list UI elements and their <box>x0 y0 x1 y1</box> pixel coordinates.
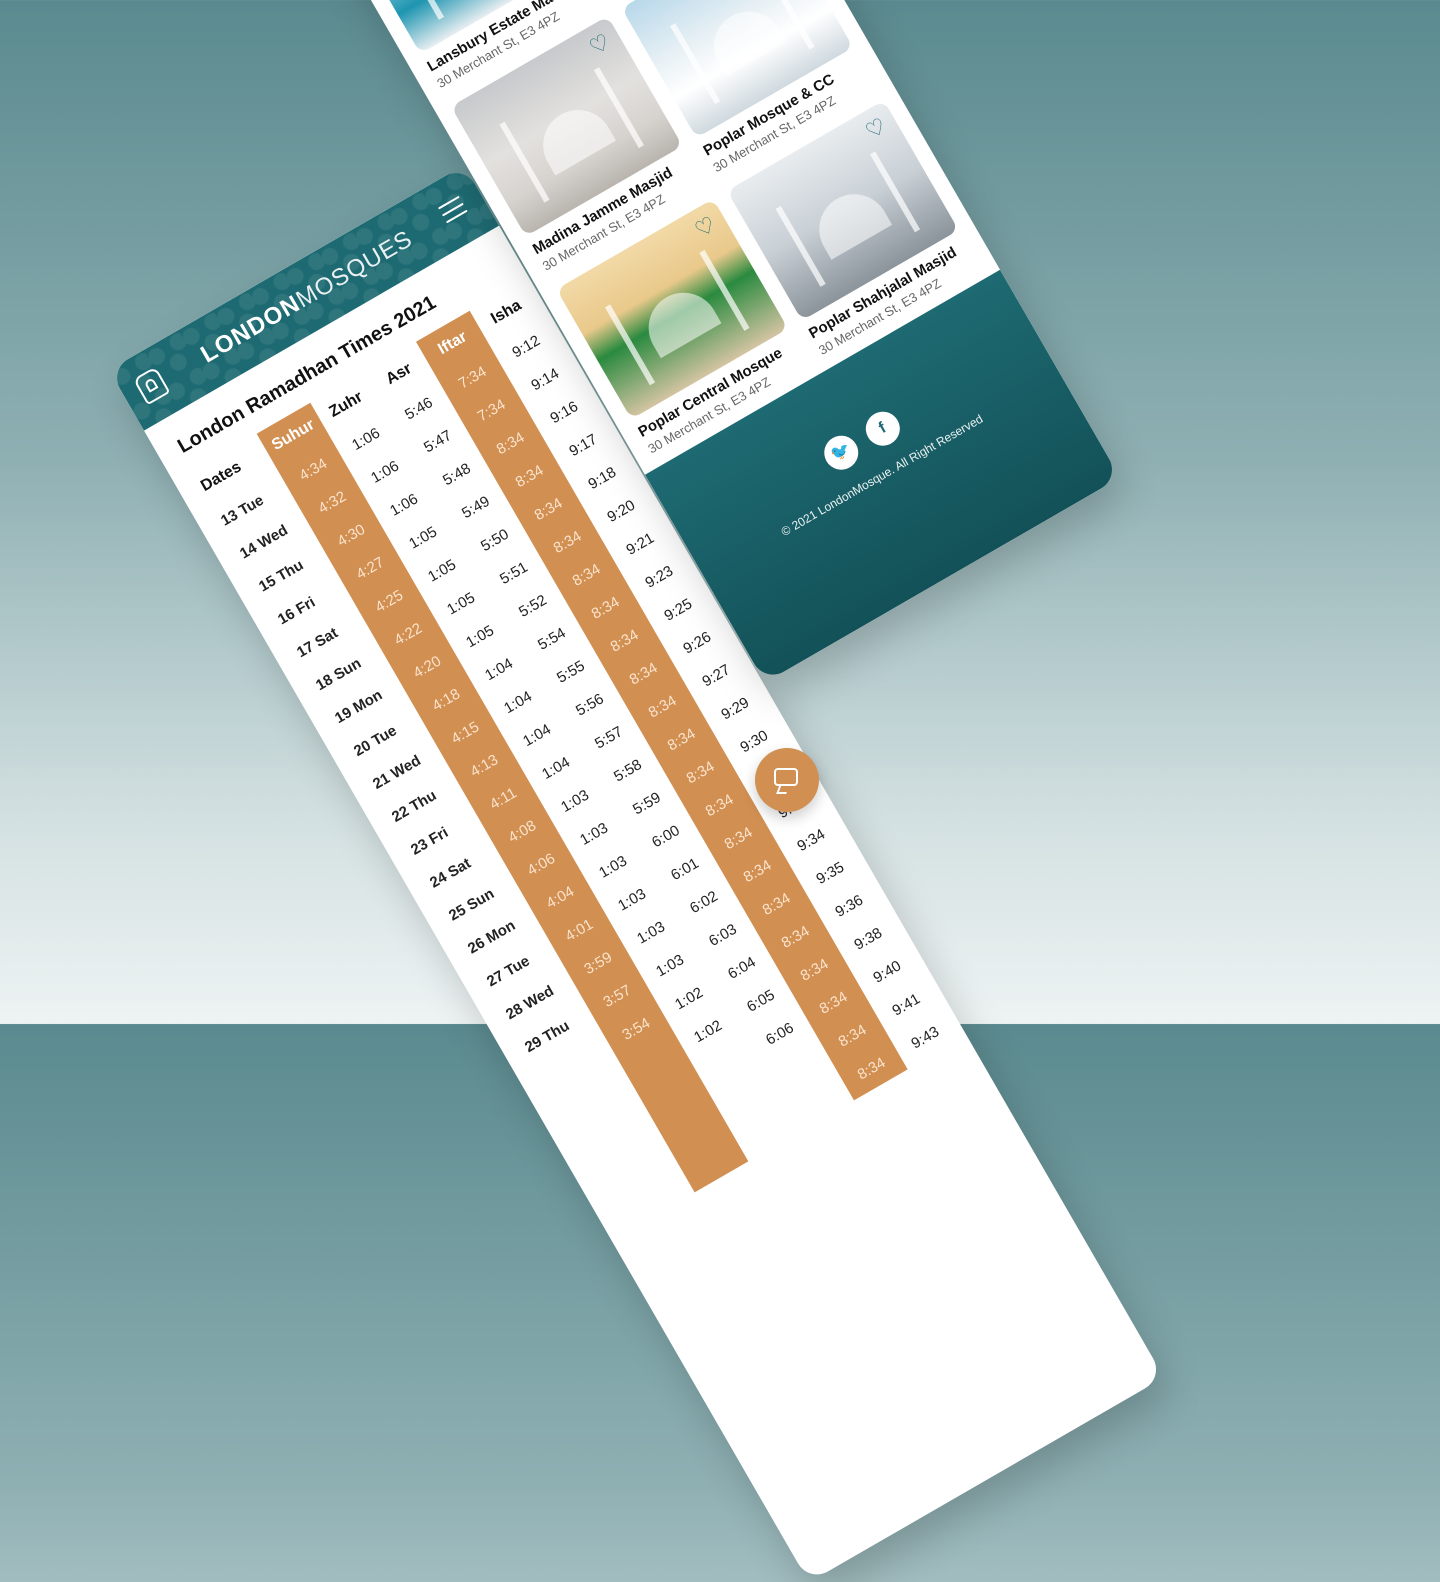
next-page-button[interactable]: › <box>1021 536 1037 557</box>
brand-bold: LONDON <box>196 290 305 369</box>
favorite-heart-icon[interactable]: ♡ <box>585 29 615 61</box>
cell-zuhr <box>739 1115 791 1145</box>
cell-suhur <box>685 1145 739 1176</box>
favorite-heart-icon[interactable]: ♡ <box>861 113 891 145</box>
prev-page-button[interactable]: ‹ <box>862 628 878 649</box>
mosque-logo-icon[interactable] <box>132 366 171 406</box>
facebook-icon[interactable]: f <box>859 405 907 452</box>
hamburger-menu-icon[interactable] <box>437 195 469 225</box>
twitter-icon[interactable]: 🐦 <box>818 429 865 476</box>
brand-logo[interactable]: LONDONMOSQUES <box>196 225 418 369</box>
cell-asr <box>791 1084 845 1115</box>
favorite-heart-icon[interactable]: ♡ <box>690 211 720 243</box>
brand-light: MOSQUES <box>291 225 418 314</box>
chat-button[interactable] <box>755 748 819 812</box>
